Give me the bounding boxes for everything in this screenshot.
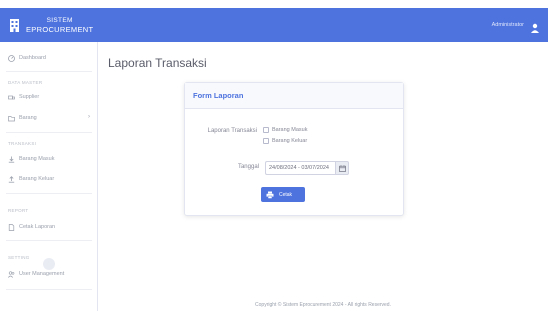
brand-name: SISTEM EPROCUREMENT (26, 16, 93, 34)
truck-icon (8, 94, 15, 101)
brand-line-1: SISTEM (46, 17, 73, 24)
print-button[interactable]: Cetak (261, 187, 305, 202)
sidebar-divider (6, 240, 92, 241)
sidebar-heading-report: REPORT (8, 208, 29, 213)
upload-icon (8, 175, 15, 183)
transaksi-label: Laporan Transaksi (207, 128, 257, 134)
tanggal-label: Tanggal (237, 164, 259, 170)
sidebar-divider (6, 289, 92, 290)
sidebar-divider (6, 71, 92, 72)
file-icon (8, 223, 15, 231)
sidebar-item-label: Dashboard (19, 55, 46, 61)
sidebar-item-barang-keluar[interactable]: Barang Keluar (8, 174, 54, 184)
sidebar-item-barang-masuk[interactable]: Barang Masuk (8, 154, 54, 164)
chevron-right-icon: › (88, 114, 90, 120)
sidebar-item-barang[interactable]: Barang (8, 113, 37, 123)
page-title: Laporan Transaksi (108, 56, 207, 70)
sidebar-heading-master: DATA MASTER (8, 80, 43, 85)
building-icon (8, 17, 20, 33)
sidebar-heading-transaksi: TRANSAKSI (8, 141, 37, 146)
card-header: Form Laporan (185, 83, 403, 109)
sidebar-item-cetak-laporan[interactable]: Cetak Laporan (8, 222, 55, 232)
user-menu[interactable]: Administrator (492, 8, 540, 42)
sidebar-item-user-management[interactable]: User Management (8, 269, 64, 279)
checkbox-barang-keluar[interactable]: Barang Keluar (263, 138, 307, 144)
sidebar-item-label: Barang (19, 115, 37, 121)
sidebar-divider (6, 193, 92, 194)
print-icon (266, 186, 274, 204)
sidebar-item-label: Cetak Laporan (19, 224, 56, 230)
folder-icon (8, 115, 15, 122)
sidebar-item-label: Barang Keluar (19, 176, 55, 182)
checkbox-box[interactable] (263, 127, 269, 133)
checkbox-barang-masuk[interactable]: Barang Masuk (263, 127, 307, 133)
sidebar-toggle-button[interactable] (43, 258, 55, 270)
download-icon (8, 156, 15, 163)
sidebar-item-dashboard[interactable]: Dashboard (8, 53, 46, 63)
calendar-button[interactable] (335, 161, 349, 175)
user-name: Administrator (491, 22, 524, 28)
date-range-input[interactable]: 24/08/2024 - 03/07/2024 (265, 161, 335, 175)
users-icon (8, 270, 15, 278)
gauge-icon (8, 54, 15, 62)
sidebar-item-label: Supplier (19, 94, 40, 100)
sidebar: Dashboard DATA MASTER Supplier Barang › … (0, 42, 98, 311)
footer-copyright: Copyright © Sistem Eprocurement 2024 - A… (255, 302, 391, 308)
report-form-card: Form Laporan Laporan Transaksi Barang Ma… (184, 82, 404, 216)
user-avatar-icon (530, 20, 540, 33)
checkbox-label: Barang Masuk (272, 127, 308, 133)
checkbox-box[interactable] (263, 138, 269, 144)
sidebar-item-label: User Management (19, 271, 65, 277)
sidebar-divider (6, 132, 92, 133)
browser-strip (0, 0, 548, 8)
card-title: Form Laporan (193, 91, 244, 100)
calendar-icon (338, 159, 346, 177)
checkbox-label: Barang Keluar (272, 138, 308, 144)
brand-line-2: EPROCUREMENT (26, 25, 94, 34)
sidebar-heading-setting: SETTING (8, 255, 30, 260)
brand[interactable]: SISTEM EPROCUREMENT (0, 8, 98, 42)
print-button-label: Cetak (279, 191, 293, 198)
sidebar-item-supplier[interactable]: Supplier (8, 92, 39, 102)
sidebar-item-label: Barang Masuk (19, 156, 55, 162)
